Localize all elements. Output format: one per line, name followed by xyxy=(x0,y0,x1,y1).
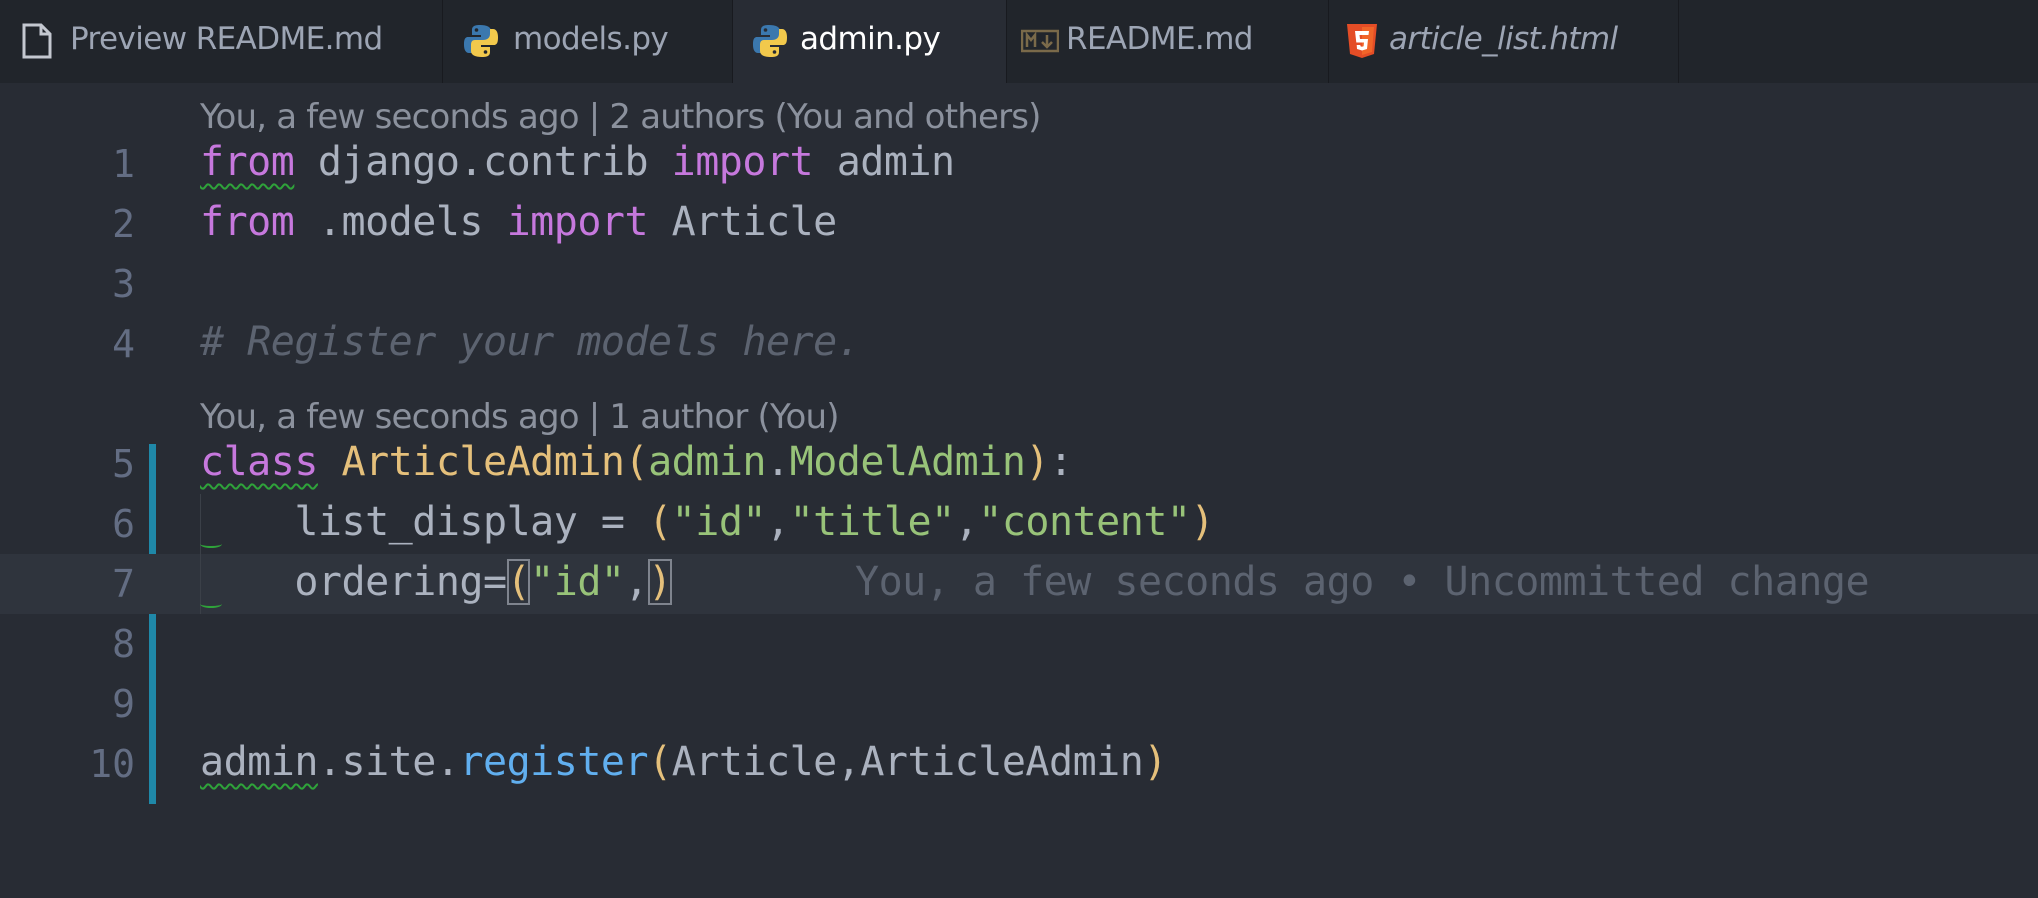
tab-models-py[interactable]: models.py xyxy=(443,0,733,83)
tab-article-list-html[interactable]: article_list.html xyxy=(1329,0,1679,83)
code-line-1[interactable]: 1 from django.contrib import admin xyxy=(0,134,2038,194)
line-number: 2 xyxy=(112,202,135,246)
tab-preview-readme[interactable]: Preview README.md xyxy=(0,0,443,83)
code-line-4[interactable]: 4 # Register your models here. xyxy=(0,314,2038,374)
code-line-8[interactable]: 8 xyxy=(0,614,2038,674)
line-number: 10 xyxy=(89,742,135,786)
line-number: 1 xyxy=(112,142,135,186)
markdown-icon xyxy=(1021,29,1059,53)
code-line-9[interactable]: 9 xyxy=(0,674,2038,734)
codelens-blame-top[interactable]: You, a few seconds ago | 2 authors (You … xyxy=(200,97,1041,137)
line-number: 7 xyxy=(112,562,135,606)
code-line-7[interactable]: 7 ordering=("id",) You, a few seconds ag… xyxy=(0,554,2038,614)
code-comment: # Register your models here. xyxy=(200,319,861,365)
line-number: 5 xyxy=(112,442,135,486)
code-text: admin.site.register(Article,ArticleAdmin… xyxy=(200,739,1167,785)
code-line-6[interactable]: 6 list_display = ("id","title","content"… xyxy=(0,494,2038,554)
line-number: 4 xyxy=(112,322,135,366)
line-number: 3 xyxy=(112,262,135,306)
code-line-3[interactable]: 3 xyxy=(0,254,2038,314)
tab-readme-md[interactable]: README.md xyxy=(1007,0,1329,83)
python-icon xyxy=(753,25,787,57)
tab-label: article_list.html xyxy=(1389,21,1618,57)
tab-bar: Preview README.md models.py admin.py REA… xyxy=(0,0,2038,83)
code-line-5[interactable]: 5 class ArticleAdmin(admin.ModelAdmin): xyxy=(0,434,2038,494)
code-text: from .models import Article xyxy=(200,199,837,245)
line-number: 8 xyxy=(112,622,135,666)
lint-squiggle xyxy=(200,600,222,608)
tab-label: models.py xyxy=(513,21,669,57)
code-line-2[interactable]: 2 from .models import Article xyxy=(0,194,2038,254)
inline-blame: You, a few seconds ago • Uncommitted cha… xyxy=(855,559,1870,605)
code-text: from django.contrib import admin xyxy=(200,139,955,185)
codelens-blame-class[interactable]: You, a few seconds ago | 1 author (You) xyxy=(200,397,839,437)
code-editor[interactable]: You, a few seconds ago | 2 authors (You … xyxy=(0,83,2038,898)
code-text: list_display = ("id","title","content") xyxy=(294,499,1215,545)
code-line-10[interactable]: 10 admin.site.register(Article,ArticleAd… xyxy=(0,734,2038,794)
code-text: class ArticleAdmin(admin.ModelAdmin): xyxy=(200,439,1073,485)
code-text: ordering=("id",) xyxy=(294,559,672,605)
tab-label: admin.py xyxy=(800,21,941,57)
python-icon xyxy=(464,25,498,57)
tab-admin-py[interactable]: admin.py xyxy=(733,0,1007,83)
tab-label: Preview README.md xyxy=(70,21,383,57)
lint-squiggle xyxy=(200,540,222,548)
line-number: 9 xyxy=(112,682,135,726)
line-number: 6 xyxy=(112,502,135,546)
file-icon xyxy=(22,23,52,59)
html5-icon xyxy=(1347,24,1377,58)
tab-label: README.md xyxy=(1066,21,1253,57)
